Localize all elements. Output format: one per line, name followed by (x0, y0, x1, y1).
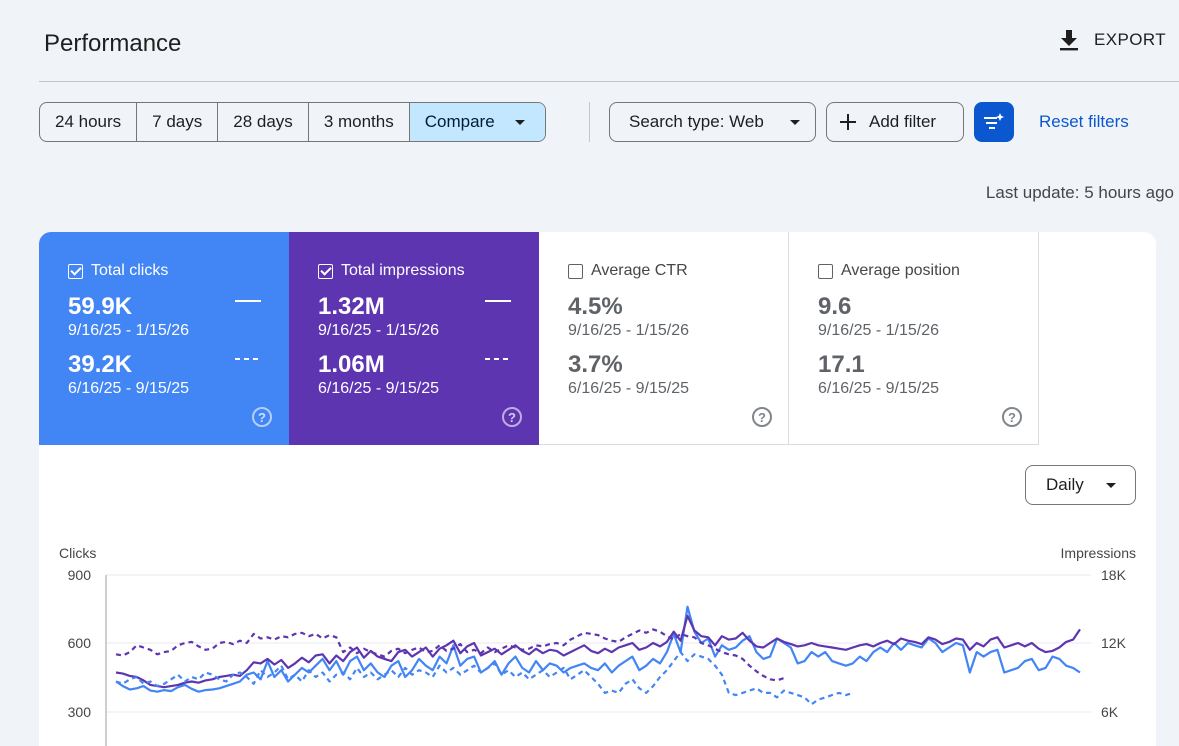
y-tick-left-300: 300 (68, 704, 92, 720)
checkbox-checked-icon[interactable] (68, 263, 83, 279)
metric-label: Average position (841, 262, 960, 279)
download-icon (1060, 30, 1078, 51)
metric-date-previous: 6/16/25 - 9/15/25 (568, 380, 689, 397)
smart-filter-button[interactable] (974, 102, 1014, 142)
metric-card-total-clicks[interactable]: Total clicks 59.9K 9/16/25 - 1/15/26 39.… (39, 232, 289, 445)
range-28-days[interactable]: 28 days (218, 103, 309, 141)
y-tick-left-900: 900 (68, 567, 92, 583)
range-7-days[interactable]: 7 days (137, 103, 219, 141)
metric-header: Total clicks (68, 262, 168, 280)
y-tick-left-600: 600 (68, 635, 92, 651)
metric-date-previous: 6/16/25 - 9/15/25 (318, 380, 439, 397)
metric-label: Total clicks (91, 262, 169, 279)
metric-value-current: 1.32M (318, 293, 385, 320)
toolbar-divider (589, 102, 590, 142)
metric-date-previous: 6/16/25 - 9/15/25 (68, 380, 189, 397)
granularity-label: Daily (1046, 475, 1084, 494)
metric-value-current: 59.9K (68, 293, 133, 320)
export-label: EXPORT (1094, 30, 1166, 49)
reset-filters-link[interactable]: Reset filters (1039, 112, 1129, 132)
export-button[interactable]: EXPORT (1058, 28, 1166, 52)
metric-header: Average CTR (568, 262, 688, 280)
metric-value-current: 9.6 (818, 293, 852, 320)
performance-chart[interactable]: Clicks Impressions 900 600 300 18K 12K 6… (39, 532, 1156, 746)
y-axis-title-left: Clicks (59, 545, 96, 561)
dropdown-caret-icon (514, 119, 525, 125)
legend-solid-line (235, 300, 261, 302)
metric-value-current: 4.5% (568, 293, 623, 320)
metric-label: Average CTR (591, 262, 688, 279)
dropdown-caret-icon (790, 120, 800, 125)
metric-header: Average position (818, 262, 960, 280)
help-icon[interactable]: ? (1002, 407, 1022, 427)
date-range-selector: 24 hours 7 days 28 days 3 months Compare (39, 102, 546, 142)
help-icon[interactable]: ? (752, 407, 772, 427)
performance-card: Total clicks 59.9K 9/16/25 - 1/15/26 39.… (39, 232, 1156, 746)
metric-value-previous: 39.2K (68, 351, 133, 378)
y-tick-right-18k: 18K (1101, 567, 1127, 583)
metric-header: Total impressions (318, 262, 465, 280)
compare-dropdown[interactable]: Compare (409, 103, 545, 141)
last-update-text: Last update: 5 hours ago (985, 183, 1174, 202)
dropdown-caret-icon (1106, 483, 1116, 488)
range-3-months[interactable]: 3 months (309, 103, 410, 141)
page-title: Performance (44, 30, 182, 57)
page-header: Performance EXPORT (0, 0, 1179, 82)
range-24-hours[interactable]: 24 hours (40, 103, 138, 141)
y-tick-right-6k: 6K (1101, 704, 1119, 720)
metric-card-average-position[interactable]: Average position 9.6 9/16/25 - 1/15/26 1… (789, 232, 1039, 445)
metric-date-current: 9/16/25 - 1/15/26 (568, 322, 689, 339)
y-tick-right-12k: 12K (1101, 635, 1127, 651)
add-filter-label: Add filter (869, 112, 937, 131)
series-line-0 (115, 605, 1081, 693)
plus-icon (840, 114, 856, 130)
header-divider (39, 81, 1179, 82)
metric-card-total-impressions[interactable]: Total impressions 1.32M 9/16/25 - 1/15/2… (289, 232, 539, 445)
metric-label: Total impressions (341, 262, 465, 279)
metric-value-previous: 17.1 (818, 351, 865, 378)
metric-date-current: 9/16/25 - 1/15/26 (68, 322, 189, 339)
granularity-dropdown[interactable]: Daily (1025, 465, 1136, 505)
metric-date-previous: 6/16/25 - 9/15/25 (818, 380, 939, 397)
checkbox-unchecked-icon[interactable] (818, 263, 833, 279)
series-layer (115, 605, 1081, 706)
legend-solid-line (485, 300, 511, 302)
metric-value-previous: 3.7% (568, 351, 623, 378)
compare-label: Compare (424, 112, 495, 131)
search-type-dropdown[interactable]: Search type: Web (609, 102, 816, 142)
metric-card-average-ctr[interactable]: Average CTR 4.5% 9/16/25 - 1/15/26 3.7% … (539, 232, 789, 445)
add-filter-button[interactable]: Add filter (826, 102, 964, 142)
sparkle-filter-icon (984, 113, 1004, 129)
y-axis-title-right: Impressions (1061, 545, 1136, 561)
legend-dashed-line (235, 358, 261, 360)
metric-date-current: 9/16/25 - 1/15/26 (318, 322, 439, 339)
search-type-label: Search type: Web (629, 112, 764, 131)
checkbox-checked-icon[interactable] (318, 263, 333, 279)
help-icon[interactable]: ? (252, 407, 272, 427)
legend-dashed-line (485, 358, 511, 360)
metric-date-current: 9/16/25 - 1/15/26 (818, 322, 939, 339)
checkbox-unchecked-icon[interactable] (568, 263, 583, 279)
metric-value-previous: 1.06M (318, 351, 385, 378)
help-icon[interactable]: ? (502, 407, 522, 427)
